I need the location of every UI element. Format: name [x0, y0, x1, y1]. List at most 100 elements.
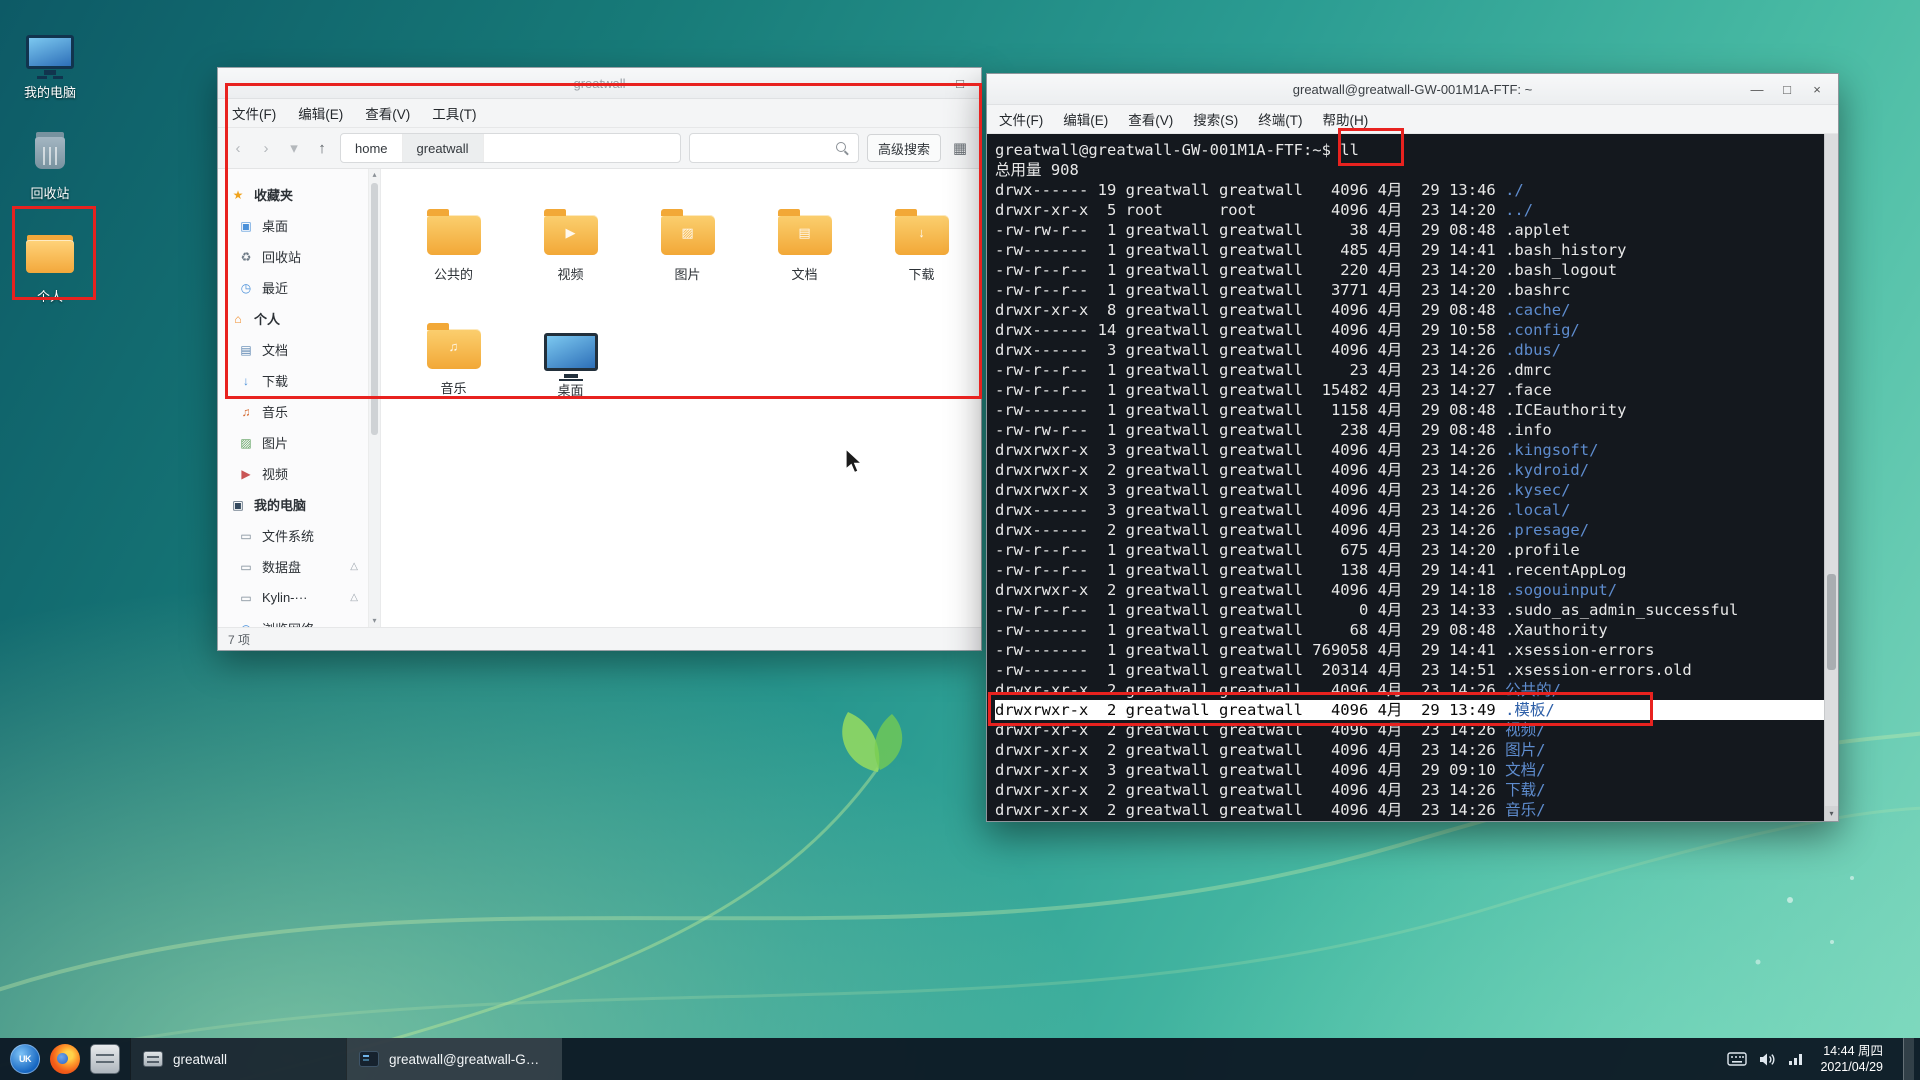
terminal-listing-line: drwx------ 14 greatwall greatwall 4096 4… [995, 320, 1824, 340]
file-meta: -rw------- 1 greatwall greatwall 485 4月 … [995, 241, 1505, 259]
menu-item[interactable]: 编辑(E) [298, 103, 343, 123]
history-dropdown-icon[interactable]: ▾ [284, 139, 304, 157]
sidebar-item[interactable]: ▣ 我的电脑 [218, 489, 368, 520]
menu-item[interactable]: 工具(T) [432, 103, 476, 123]
firefox-icon[interactable] [50, 1044, 80, 1074]
file-name: 文档/ [1505, 761, 1545, 779]
folder-item[interactable]: 公共的 [395, 215, 512, 321]
window-title: greatwall@greatwall-GW-001M1A-FTF: ~ [1293, 82, 1532, 97]
eject-icon[interactable]: △ [350, 592, 364, 603]
scrollbar-thumb[interactable] [1827, 574, 1836, 670]
file-manager-content[interactable]: 公共的 ▶ 视频 ▨ 图片 [381, 169, 981, 627]
file-name: .模板/ [1505, 701, 1555, 719]
file-meta: drwx------ 3 greatwall greatwall 4096 4月… [995, 341, 1505, 359]
back-icon[interactable]: ‹ [228, 140, 248, 157]
menu-item[interactable]: 查看(V) [1128, 109, 1173, 129]
file-manager-titlebar[interactable]: greatwall — □ [218, 68, 981, 99]
sidebar-item[interactable]: ⌂ 个人 [218, 303, 368, 334]
terminal-listing-line: drwx------ 3 greatwall greatwall 4096 4月… [995, 340, 1824, 360]
input-method-icon[interactable] [1727, 1052, 1747, 1066]
sidebar-item[interactable]: ◷ 最近 [218, 272, 368, 303]
clock[interactable]: 14:44 周四 2021/04/29 [1820, 1043, 1883, 1075]
sidebar-item[interactable]: ◉ 浏览网络 [218, 613, 368, 627]
desktop-icon[interactable]: 个人 [10, 232, 90, 305]
file-meta: -rw-rw-r-- 1 greatwall greatwall 38 4月 2… [995, 221, 1505, 239]
sidebar-item-icon: ▭ [236, 591, 256, 605]
terminal-total-line: 总用量 908 [995, 160, 1824, 180]
terminal-scrollbar[interactable]: ▾ [1824, 134, 1838, 821]
taskbar-task-terminal[interactable]: greatwall@greatwall-G… [346, 1038, 562, 1080]
breadcrumb[interactable]: homegreatwall [340, 133, 681, 163]
sidebar-item[interactable]: ▭ Kylin-··· △ [218, 582, 368, 613]
up-icon[interactable]: ↑ [312, 140, 332, 157]
minimize-icon[interactable]: — [915, 68, 945, 98]
search-icon[interactable] [836, 142, 849, 155]
menu-item[interactable]: 帮助(H) [1323, 109, 1369, 129]
view-toggle-icon[interactable]: ▦ [949, 139, 971, 157]
folder-item[interactable]: ▤ 文档 [746, 215, 863, 321]
network-icon[interactable] [1788, 1052, 1804, 1066]
sidebar-item[interactable]: ▭ 文件系统 [218, 520, 368, 551]
sidebar-item[interactable]: ↓ 下载 [218, 365, 368, 396]
forward-icon[interactable]: › [256, 140, 276, 157]
close-icon[interactable]: × [1802, 74, 1832, 104]
sidebar-scrollbar[interactable]: ▴ ▾ [369, 169, 381, 627]
file-name: .sogouinput/ [1505, 581, 1617, 599]
menu-item[interactable]: 文件(F) [999, 109, 1043, 129]
desktop-icon[interactable]: 回收站 [10, 129, 90, 202]
folder-item[interactable]: ▶ 视频 [512, 215, 629, 321]
breadcrumb-segment[interactable]: greatwall [403, 134, 484, 162]
sidebar-item-label: 浏览网络 [262, 619, 314, 627]
minimize-icon[interactable]: — [1742, 74, 1772, 104]
eject-icon[interactable]: △ [350, 561, 364, 572]
terminal-screen[interactable]: greatwall@greatwall-GW-001M1A-FTF:~$ ll … [987, 134, 1824, 821]
sidebar-item[interactable]: ★ 收藏夹 [218, 179, 368, 210]
start-button[interactable]: UK [10, 1044, 40, 1074]
show-desktop-button[interactable] [1903, 1038, 1914, 1080]
scrollbar-down-icon[interactable]: ▾ [1825, 806, 1838, 821]
sidebar-item[interactable]: ▭ 数据盘 △ [218, 551, 368, 582]
file-manager-launcher-icon[interactable] [90, 1044, 120, 1074]
folder-icon [544, 333, 598, 371]
terminal-task-icon [359, 1051, 379, 1067]
scrollbar-thumb[interactable] [371, 183, 378, 435]
sidebar-item-label: 文件系统 [262, 526, 314, 545]
folder-item[interactable]: ♫ 音乐 [395, 329, 512, 435]
menu-item[interactable]: 终端(T) [1258, 109, 1302, 129]
taskbar-task-filemanager[interactable]: greatwall [130, 1038, 346, 1080]
system-tray: 14:44 周四 2021/04/29 [1727, 1038, 1920, 1080]
desktop-icon-label: 我的电脑 [24, 82, 76, 101]
folder-item[interactable]: ↓ 下载 [863, 215, 980, 321]
maximize-icon[interactable]: □ [945, 68, 975, 98]
file-meta: drwxrwxr-x 3 greatwall greatwall 4096 4月… [995, 441, 1505, 459]
search-input[interactable] [690, 141, 836, 156]
file-name: 视频/ [1505, 721, 1545, 739]
sidebar-item[interactable]: ▨ 图片 [218, 427, 368, 458]
terminal-listing-line: drwxrwxr-x 3 greatwall greatwall 4096 4月… [995, 440, 1824, 460]
folder-item[interactable]: ▨ 图片 [629, 215, 746, 321]
maximize-icon[interactable]: □ [1772, 74, 1802, 104]
sidebar-item[interactable]: ▤ 文档 [218, 334, 368, 365]
sidebar-item[interactable]: ▣ 桌面 [218, 210, 368, 241]
terminal-menubar: 文件(F) 编辑(E) 查看(V) 搜索(S) 终端(T) 帮助(H) [987, 105, 1838, 134]
file-meta: drwxr-xr-x 2 greatwall greatwall 4096 4月… [995, 681, 1505, 699]
scrollbar-up-icon[interactable]: ▴ [369, 169, 380, 181]
folder-emblem-icon: ▶ [544, 225, 598, 241]
scrollbar-down-icon[interactable]: ▾ [369, 615, 380, 627]
desktop-icon[interactable]: 我的电脑 [10, 28, 90, 101]
terminal-titlebar[interactable]: greatwall@greatwall-GW-001M1A-FTF: ~ — □… [987, 74, 1838, 105]
menu-item[interactable]: 搜索(S) [1193, 109, 1238, 129]
menu-item[interactable]: 编辑(E) [1063, 109, 1108, 129]
sidebar-item-label: 数据盘 [262, 557, 301, 576]
menu-item[interactable]: 查看(V) [365, 103, 410, 123]
file-meta: -rw-r--r-- 1 greatwall greatwall 3771 4月… [995, 281, 1505, 299]
sidebar-item[interactable]: ♻ 回收站 [218, 241, 368, 272]
breadcrumb-segment[interactable]: home [341, 134, 403, 162]
search-box [689, 133, 859, 163]
volume-icon[interactable] [1759, 1052, 1776, 1067]
sidebar-item[interactable]: ▶ 视频 [218, 458, 368, 489]
advanced-search-button[interactable]: 高级搜索 [867, 134, 941, 162]
menu-item[interactable]: 文件(F) [232, 103, 276, 123]
folder-item[interactable]: 桌面 [512, 329, 629, 435]
sidebar-item[interactable]: ♫ 音乐 [218, 396, 368, 427]
